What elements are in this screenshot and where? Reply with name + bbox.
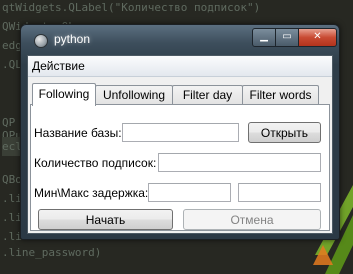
app-icon xyxy=(34,34,48,48)
delay-min-input[interactable] xyxy=(148,183,231,202)
tab-following[interactable]: Following xyxy=(32,83,96,106)
code-line: qtWidgets.QLabel("Количество подписок") xyxy=(2,1,261,14)
db-name-input[interactable] xyxy=(122,123,239,142)
code-line: .line_password) xyxy=(2,246,102,259)
maximize-button[interactable]: ▭ xyxy=(275,28,299,47)
code-line: .li xyxy=(2,192,22,205)
following-panel: Название базы: Открыть Количество подпис… xyxy=(30,104,330,231)
subscriptions-count-input[interactable] xyxy=(158,153,321,172)
code-line: ecl xyxy=(2,137,22,156)
menubar: Действие xyxy=(28,56,332,77)
subscriptions-count-label: Количество подписок: xyxy=(34,156,157,170)
start-button[interactable]: Начать xyxy=(38,209,173,230)
tab-unfollowing[interactable]: Unfollowing xyxy=(95,85,173,105)
tab-bar: Following Unfollowing Filter day Filter … xyxy=(30,83,330,106)
python-window: python ▁ ▭ ✕ Действие Following Unfollow… xyxy=(20,24,340,240)
cancel-button[interactable]: Отмена xyxy=(183,209,321,230)
menu-action[interactable]: Действие xyxy=(32,59,85,73)
open-button[interactable]: Открыть xyxy=(248,122,321,143)
minimize-button[interactable]: ▁ xyxy=(252,28,276,47)
tab-filter-words[interactable]: Filter words xyxy=(242,85,319,105)
titlebar[interactable]: python ▁ ▭ ✕ xyxy=(21,25,339,55)
tab-filter-day[interactable]: Filter day xyxy=(172,85,243,105)
delay-max-input[interactable] xyxy=(238,183,321,202)
window-title: python xyxy=(54,32,91,46)
delay-label: Мин\Макс задержка: xyxy=(34,186,149,200)
close-button[interactable]: ✕ xyxy=(298,28,337,47)
db-name-label: Название базы: xyxy=(34,126,122,140)
code-line: .li xyxy=(2,211,22,224)
window-client: Действие Following Unfollowing Filter da… xyxy=(27,55,333,234)
code-line: QBo xyxy=(2,173,22,186)
